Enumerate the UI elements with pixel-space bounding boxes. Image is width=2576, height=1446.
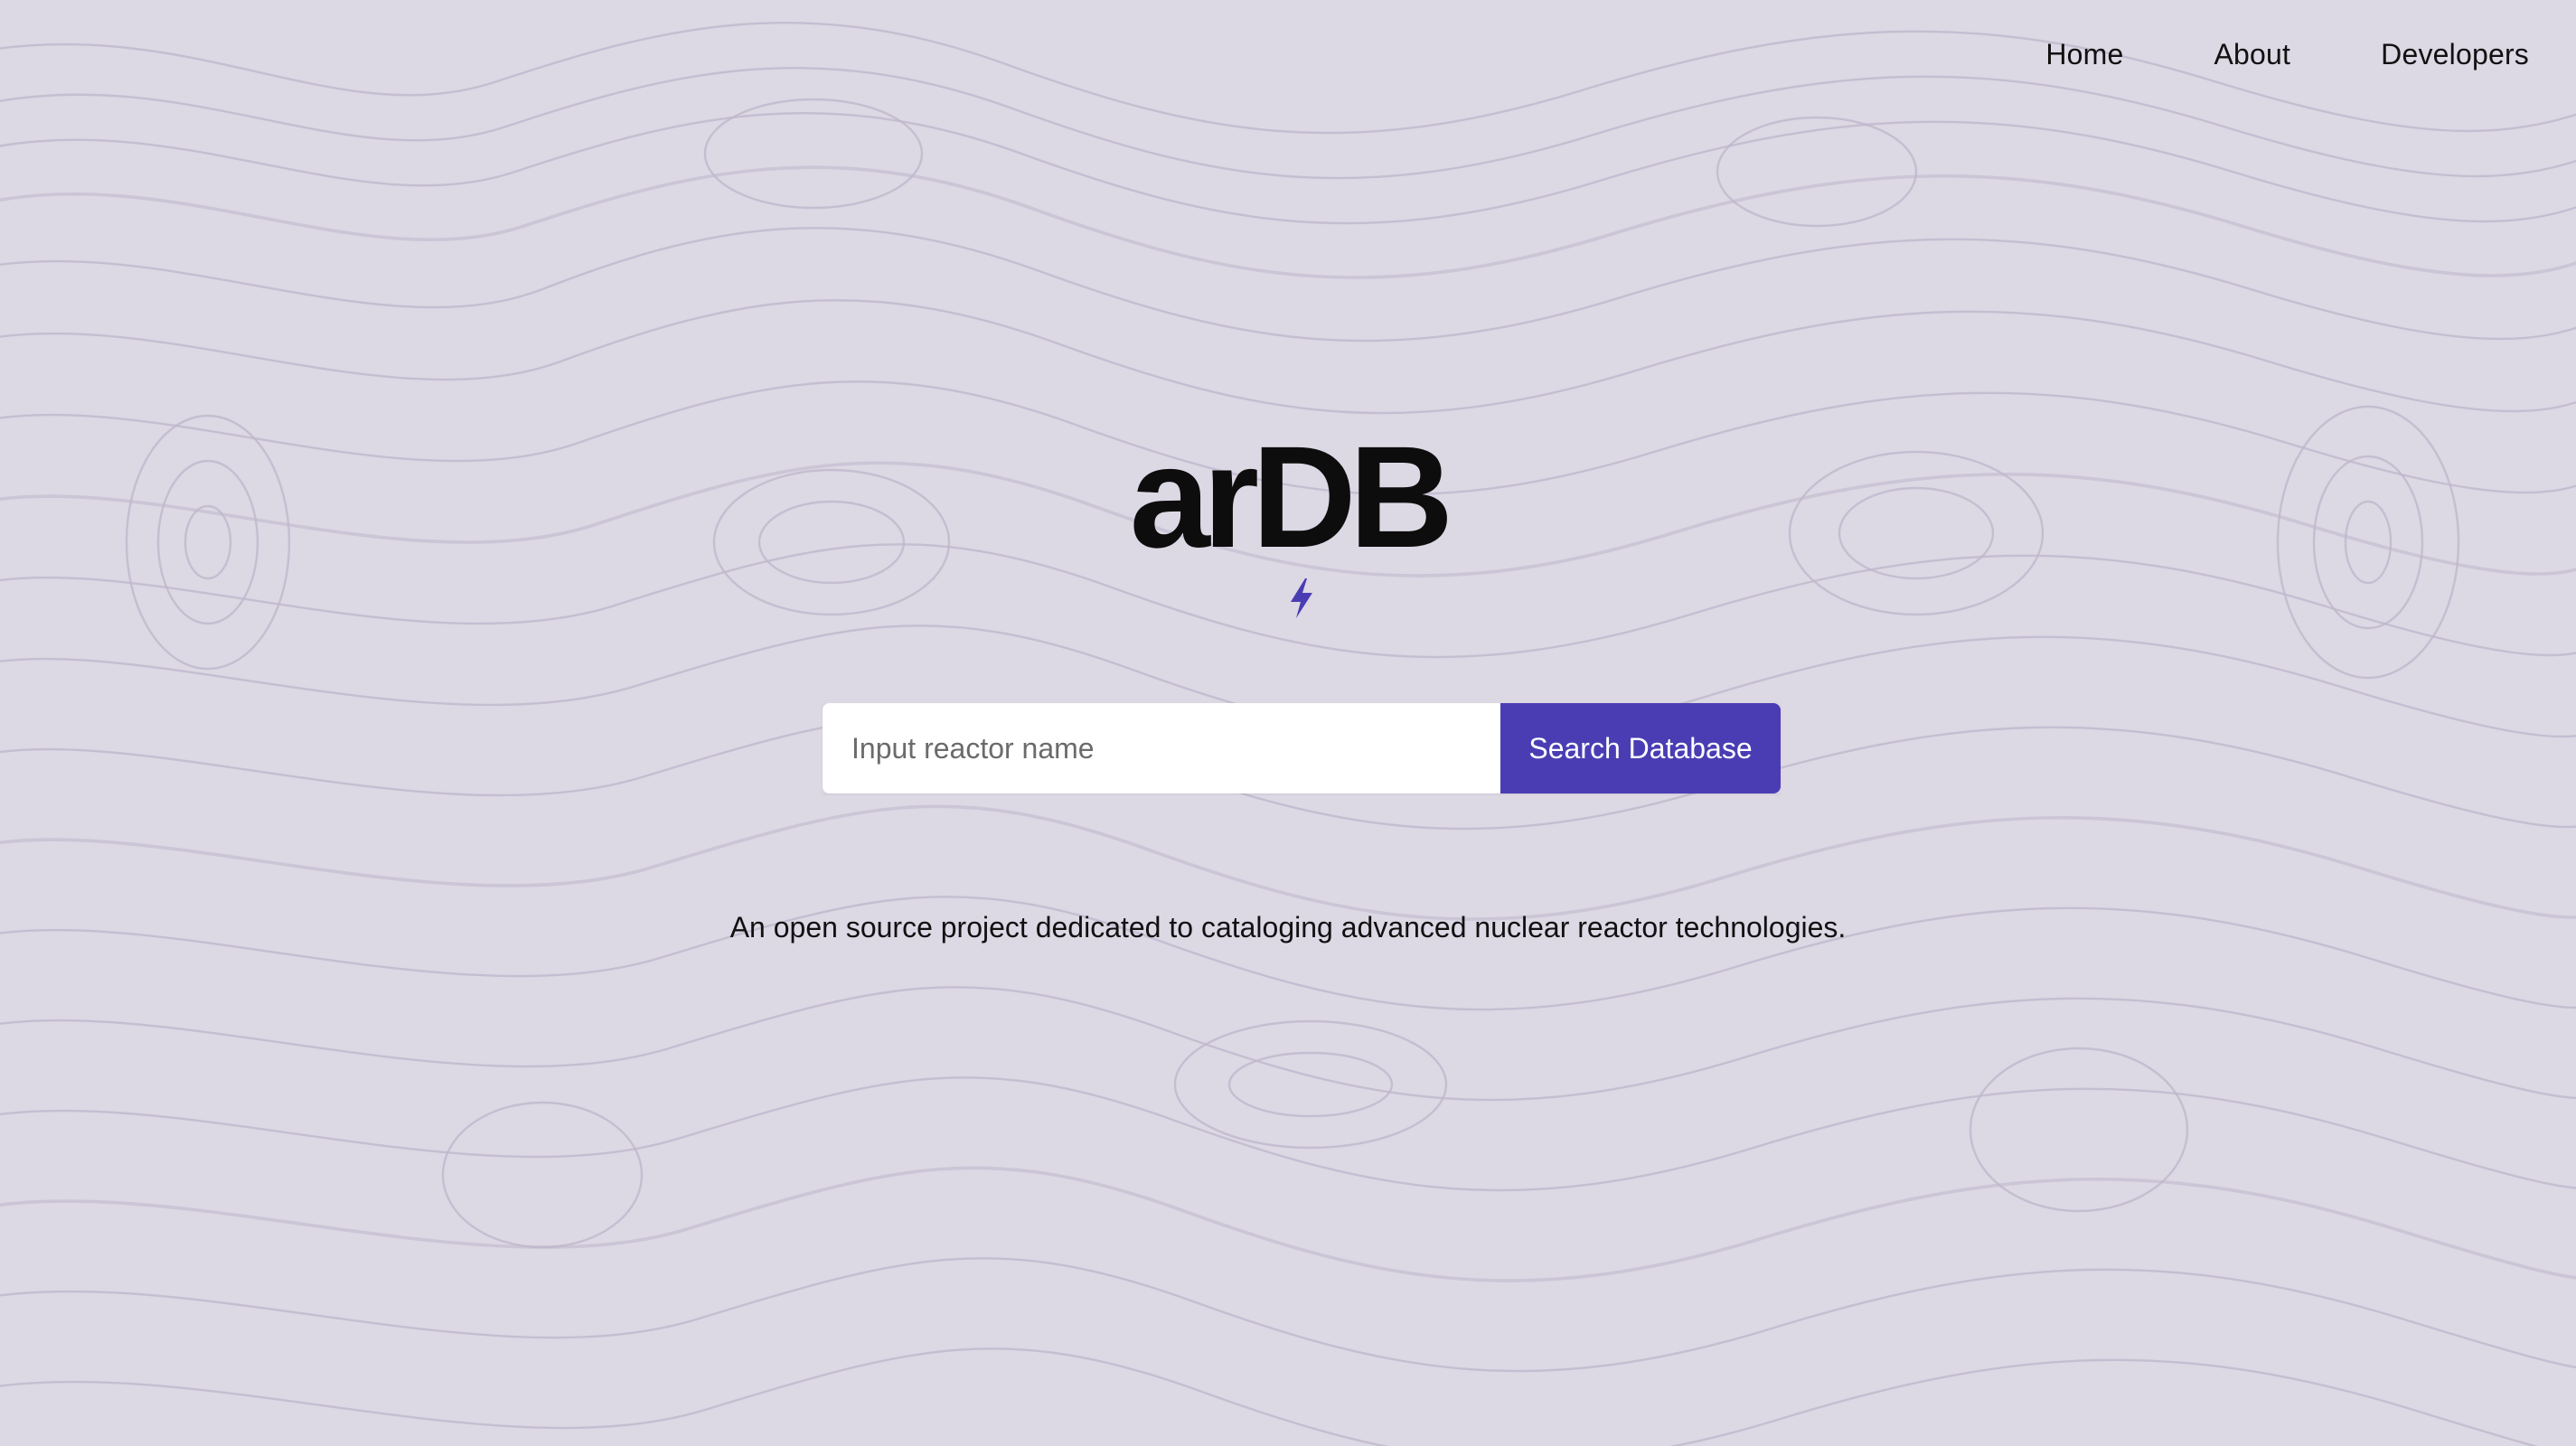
top-navigation: Home About Developers (1955, 38, 2529, 71)
lightning-bolt-icon (1291, 578, 1312, 618)
search-database-button[interactable]: Search Database (1500, 703, 1781, 793)
reactor-search-form: Search Database (823, 703, 1781, 793)
site-logo: arDB (1129, 416, 1453, 577)
nav-link-developers[interactable]: Developers (2381, 38, 2529, 71)
reactor-name-input[interactable] (823, 703, 1500, 793)
nav-link-about[interactable]: About (2214, 38, 2291, 71)
site-tagline: An open source project dedicated to cata… (729, 911, 1847, 944)
nav-link-home[interactable]: Home (2045, 38, 2123, 71)
